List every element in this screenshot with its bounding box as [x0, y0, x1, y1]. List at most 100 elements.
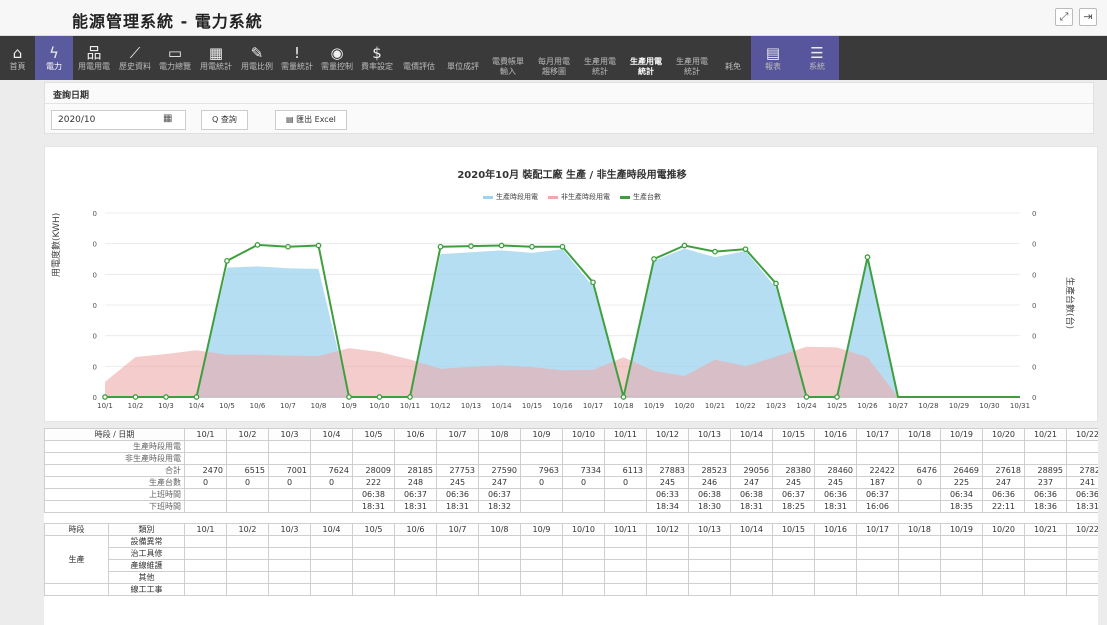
table-cell: [184, 488, 227, 501]
table-cell: [814, 559, 857, 572]
nav-item-3[interactable]: ⟋ 歷史資料: [115, 36, 155, 80]
x-tick-label: 10/24: [796, 402, 817, 410]
y-tick-left: 0: [93, 394, 97, 402]
table-cell: [268, 547, 311, 560]
table-cell: 0: [226, 476, 269, 489]
table-cell: [646, 452, 689, 465]
monitor-icon: ▭: [167, 44, 183, 62]
chart-panel: 2020年10月 裝配工廠 生產 / 非生產時段用電推移 生產時段用電 非生產時段…: [44, 146, 1098, 422]
nav-item-label: 首頁: [9, 62, 26, 71]
table-cell: 2470: [184, 464, 227, 477]
x-tick-label: 10/12: [430, 402, 450, 410]
production-point: [529, 243, 535, 250]
main-nav: ⌂ 首頁 ϟ 電力品用電用電 ⟋ 歷史資料 ▭ 電力總覽 ▦ 用電統計 ✎ 用電比例! 需量統計 ◉ 需量控…: [0, 36, 1107, 80]
table-cell: [646, 559, 689, 572]
x-tick-label: 10/22: [735, 402, 755, 410]
nav-item-1[interactable]: ϟ 電力: [35, 36, 73, 80]
logout-icon[interactable]: ⇥: [1079, 8, 1097, 26]
table-cell: [310, 571, 353, 584]
nav-item-8[interactable]: ◉ 需量控制: [317, 36, 357, 80]
x-tick-label: 10/5: [219, 402, 235, 410]
table-cell: [604, 500, 647, 513]
table-cell: [772, 571, 815, 584]
nav-item-0[interactable]: ⌂ 首頁: [0, 36, 35, 80]
table-cell: [604, 452, 647, 465]
nav-item-10[interactable]: 電價評估: [397, 36, 441, 80]
nav-item-6[interactable]: ✎ 用電比例: [237, 36, 277, 80]
table-cell: [310, 440, 353, 453]
table-cell: [562, 583, 605, 596]
y-tick-right: 0: [1032, 333, 1036, 341]
table-cell: [856, 547, 899, 560]
table-cell: [478, 583, 521, 596]
nav-item-5[interactable]: ▦ 用電統計: [195, 36, 237, 80]
nav-item-19[interactable]: ☰ 系統: [795, 36, 839, 80]
search-button[interactable]: Q 查詢: [201, 110, 248, 130]
table-header-cell: 10/11: [604, 428, 647, 441]
table-cell: [982, 440, 1025, 453]
category-label: 治工具修: [108, 547, 185, 560]
table-cell: 27753: [436, 464, 479, 477]
nav-item-label: 生產用電 統計: [584, 57, 616, 76]
table-cell: [772, 559, 815, 572]
table-header-cell: 10/18: [898, 428, 941, 441]
nav-item-16[interactable]: 生產用電 統計: [669, 36, 715, 80]
table-cell: 18:31: [394, 500, 437, 513]
table-header-cell: 10/12: [646, 428, 689, 441]
nav-item-12[interactable]: 電費帳單 輸入: [485, 36, 531, 80]
table-cell: 6476: [898, 464, 941, 477]
production-point: [102, 394, 108, 400]
table-header-cell: 10/14: [730, 523, 773, 536]
row-label: 合計: [44, 464, 185, 477]
x-tick-label: 10/8: [311, 402, 327, 410]
nav-item-14[interactable]: 生產用電 統計: [577, 36, 623, 80]
export-excel-button[interactable]: ▤ 匯出 Excel: [275, 110, 347, 130]
y-tick-left: 0: [93, 333, 97, 341]
nav-item-11[interactable]: 單位成評: [441, 36, 485, 80]
table-header-cell: 10/4: [310, 428, 353, 441]
y-tick-right: 0: [1032, 241, 1036, 249]
table-cell: 18:32: [478, 500, 521, 513]
nav-item-18[interactable]: ▤ 報表: [751, 36, 795, 80]
table-cell: [394, 535, 437, 548]
table-cell: [226, 583, 269, 596]
nav-item-2[interactable]: 品用電用電: [73, 36, 115, 80]
table-icon: ▦: [208, 44, 224, 62]
table-header-cell: 10/12: [646, 523, 689, 536]
table-cell: [226, 571, 269, 584]
y-tick-right: 0: [1032, 302, 1036, 310]
table-header-cell: 10/15: [772, 523, 815, 536]
calendar-icon[interactable]: ▦: [163, 113, 172, 124]
expand-icon[interactable]: ⤢: [1055, 8, 1073, 26]
table-cell: [1066, 571, 1098, 584]
table-cell: [730, 535, 773, 548]
table-cell: 0: [184, 476, 227, 489]
table-cell: 06:38: [730, 488, 773, 501]
production-point: [315, 242, 322, 249]
nav-item-7[interactable]: ! 需量統計: [277, 36, 317, 80]
x-tick-label: 10/14: [491, 402, 512, 410]
table-cell: 18:31: [352, 500, 395, 513]
table-cell: [1024, 452, 1067, 465]
table-cell: [646, 571, 689, 584]
table-header-cell: 10/13: [688, 428, 731, 441]
table-cell: [520, 452, 563, 465]
table-cell: [646, 440, 689, 453]
table-cell: [226, 440, 269, 453]
table-header-cell: 10/19: [940, 523, 983, 536]
nav-item-4[interactable]: ▭ 電力總覽: [155, 36, 195, 80]
table-cell: [898, 535, 941, 548]
table-cell: [184, 571, 227, 584]
production-point: [773, 280, 779, 287]
table-row: 生產 設備異常: [44, 535, 1098, 584]
nav-item-15[interactable]: 生產用電 統計: [623, 36, 669, 80]
table-header-cell: 10/21: [1024, 428, 1067, 441]
nav-item-17[interactable]: 耗免: [715, 36, 751, 80]
table-cell: [310, 500, 353, 513]
table-cell: [268, 583, 311, 596]
table-cell: 26469: [940, 464, 983, 477]
nav-item-13[interactable]: 每月用電 趨移圖: [531, 36, 577, 80]
nav-item-9[interactable]: $ 費率設定: [357, 36, 397, 80]
alert-icon: !: [293, 44, 300, 62]
table-cell: [226, 535, 269, 548]
